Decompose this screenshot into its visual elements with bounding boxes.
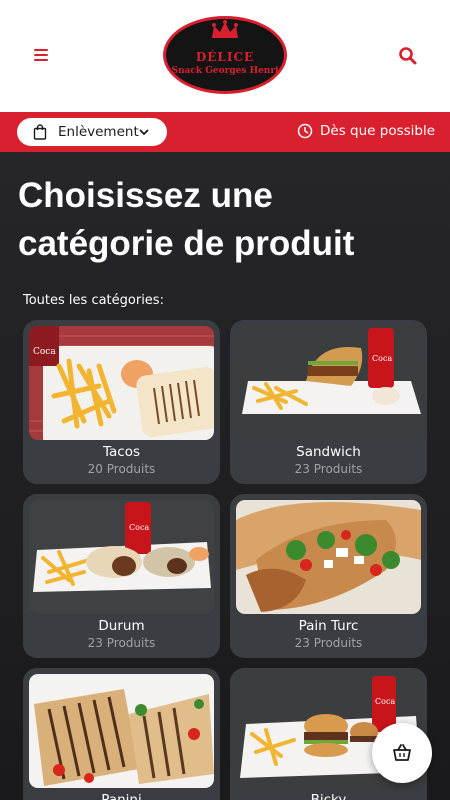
svg-text:Coca: Coca [372, 354, 392, 363]
category-card-panini[interactable]: Panini [23, 668, 220, 800]
logo-title: DÉLICE [195, 50, 255, 64]
category-name: Bicky [310, 792, 347, 800]
section-label: Toutes les catégories: [23, 293, 164, 308]
shopping-bag-icon [33, 124, 47, 140]
app-header: DÉLICE Snack Georges Henri [0, 0, 450, 112]
clock-icon [297, 123, 313, 139]
category-image-sandwich: Coca [236, 326, 421, 440]
category-count: 23 Produits [294, 462, 363, 476]
logo-subtitle: Snack Georges Henri [171, 66, 279, 76]
pickup-time-label[interactable]: Dès que possible [320, 123, 435, 140]
category-card-sandwich[interactable]: Coca Sandwich 23 Produits [230, 320, 427, 484]
category-name: Pain Turc [298, 618, 359, 634]
chevron-down-icon [139, 129, 149, 136]
category-name: Sandwich [296, 444, 361, 460]
search-icon[interactable] [398, 46, 418, 66]
category-count: 20 Produits [87, 462, 156, 476]
cart-button[interactable] [372, 723, 432, 783]
category-image-pain-turc [236, 500, 421, 614]
category-name: Durum [98, 618, 145, 634]
basket-icon [393, 744, 411, 761]
svg-text:Coca: Coca [33, 347, 56, 357]
category-name: Tacos [103, 444, 140, 460]
crown-icon [212, 20, 238, 38]
category-name: Panini [101, 792, 142, 800]
order-mode-label: Enlèvement [58, 124, 139, 140]
hamburger-icon[interactable] [34, 49, 48, 61]
logo[interactable]: DÉLICE Snack Georges Henri [163, 16, 287, 94]
category-image-durum: Coca [29, 500, 214, 614]
category-card-pain-turc[interactable]: Pain Turc 23 Produits [230, 494, 427, 658]
category-count: 23 Produits [294, 636, 363, 650]
svg-text:Coca: Coca [129, 523, 149, 532]
category-image-tacos: Coca [29, 326, 214, 440]
svg-text:Coca: Coca [375, 697, 395, 706]
category-card-durum[interactable]: Coca Durum 23 Produits [23, 494, 220, 658]
category-count: 23 Produits [87, 636, 156, 650]
page-title: Choisissez une catégorie de produit [18, 176, 355, 263]
category-card-tacos[interactable]: Coca Tacos 20 Produits [23, 320, 220, 484]
order-mode-selector[interactable]: Enlèvement [17, 118, 167, 146]
category-image-panini [29, 674, 214, 788]
